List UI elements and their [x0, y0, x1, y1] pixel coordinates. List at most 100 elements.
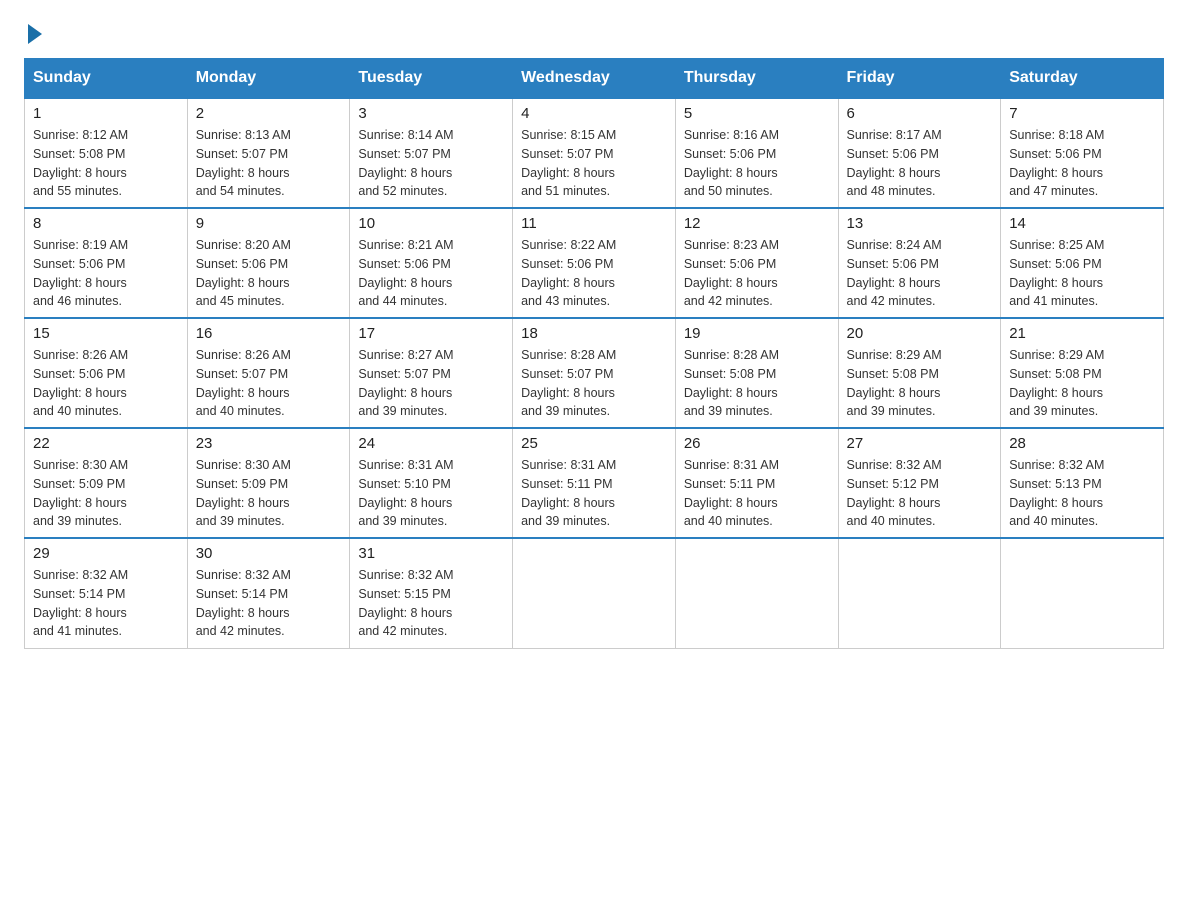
- day-number: 2: [196, 105, 342, 122]
- day-number: 15: [33, 325, 179, 342]
- calendar-day-24: 24 Sunrise: 8:31 AM Sunset: 5:10 PM Dayl…: [350, 428, 513, 538]
- calendar-day-31: 31 Sunrise: 8:32 AM Sunset: 5:15 PM Dayl…: [350, 538, 513, 648]
- calendar-week-row: 8 Sunrise: 8:19 AM Sunset: 5:06 PM Dayli…: [25, 208, 1164, 318]
- calendar-week-row: 15 Sunrise: 8:26 AM Sunset: 5:06 PM Dayl…: [25, 318, 1164, 428]
- day-info: Sunrise: 8:32 AM Sunset: 5:12 PM Dayligh…: [847, 456, 993, 531]
- day-info: Sunrise: 8:28 AM Sunset: 5:07 PM Dayligh…: [521, 346, 667, 421]
- day-number: 1: [33, 105, 179, 122]
- day-info: Sunrise: 8:23 AM Sunset: 5:06 PM Dayligh…: [684, 236, 830, 311]
- day-info: Sunrise: 8:24 AM Sunset: 5:06 PM Dayligh…: [847, 236, 993, 311]
- day-info: Sunrise: 8:25 AM Sunset: 5:06 PM Dayligh…: [1009, 236, 1155, 311]
- day-number: 11: [521, 215, 667, 232]
- day-number: 26: [684, 435, 830, 452]
- calendar-week-row: 1 Sunrise: 8:12 AM Sunset: 5:08 PM Dayli…: [25, 98, 1164, 208]
- day-number: 18: [521, 325, 667, 342]
- calendar-day-23: 23 Sunrise: 8:30 AM Sunset: 5:09 PM Dayl…: [187, 428, 350, 538]
- day-info: Sunrise: 8:17 AM Sunset: 5:06 PM Dayligh…: [847, 126, 993, 201]
- calendar-day-empty: [838, 538, 1001, 648]
- day-info: Sunrise: 8:30 AM Sunset: 5:09 PM Dayligh…: [196, 456, 342, 531]
- day-info: Sunrise: 8:19 AM Sunset: 5:06 PM Dayligh…: [33, 236, 179, 311]
- calendar-day-9: 9 Sunrise: 8:20 AM Sunset: 5:06 PM Dayli…: [187, 208, 350, 318]
- calendar-day-empty: [513, 538, 676, 648]
- calendar-day-1: 1 Sunrise: 8:12 AM Sunset: 5:08 PM Dayli…: [25, 98, 188, 208]
- day-info: Sunrise: 8:32 AM Sunset: 5:13 PM Dayligh…: [1009, 456, 1155, 531]
- column-header-saturday: Saturday: [1001, 59, 1164, 99]
- day-number: 19: [684, 325, 830, 342]
- logo-top: [24, 24, 42, 44]
- day-number: 30: [196, 545, 342, 562]
- day-info: Sunrise: 8:29 AM Sunset: 5:08 PM Dayligh…: [1009, 346, 1155, 421]
- day-number: 3: [358, 105, 504, 122]
- day-info: Sunrise: 8:28 AM Sunset: 5:08 PM Dayligh…: [684, 346, 830, 421]
- day-info: Sunrise: 8:31 AM Sunset: 5:11 PM Dayligh…: [684, 456, 830, 531]
- calendar-day-29: 29 Sunrise: 8:32 AM Sunset: 5:14 PM Dayl…: [25, 538, 188, 648]
- calendar-day-6: 6 Sunrise: 8:17 AM Sunset: 5:06 PM Dayli…: [838, 98, 1001, 208]
- calendar-day-12: 12 Sunrise: 8:23 AM Sunset: 5:06 PM Dayl…: [675, 208, 838, 318]
- calendar-day-19: 19 Sunrise: 8:28 AM Sunset: 5:08 PM Dayl…: [675, 318, 838, 428]
- day-number: 9: [196, 215, 342, 232]
- calendar-day-13: 13 Sunrise: 8:24 AM Sunset: 5:06 PM Dayl…: [838, 208, 1001, 318]
- day-number: 10: [358, 215, 504, 232]
- calendar-day-22: 22 Sunrise: 8:30 AM Sunset: 5:09 PM Dayl…: [25, 428, 188, 538]
- day-number: 7: [1009, 105, 1155, 122]
- logo-arrow-icon: [28, 24, 42, 44]
- day-number: 6: [847, 105, 993, 122]
- day-number: 14: [1009, 215, 1155, 232]
- calendar-day-11: 11 Sunrise: 8:22 AM Sunset: 5:06 PM Dayl…: [513, 208, 676, 318]
- calendar-day-7: 7 Sunrise: 8:18 AM Sunset: 5:06 PM Dayli…: [1001, 98, 1164, 208]
- calendar-day-15: 15 Sunrise: 8:26 AM Sunset: 5:06 PM Dayl…: [25, 318, 188, 428]
- day-number: 23: [196, 435, 342, 452]
- day-number: 28: [1009, 435, 1155, 452]
- day-info: Sunrise: 8:20 AM Sunset: 5:06 PM Dayligh…: [196, 236, 342, 311]
- day-number: 22: [33, 435, 179, 452]
- column-header-wednesday: Wednesday: [513, 59, 676, 99]
- calendar-day-5: 5 Sunrise: 8:16 AM Sunset: 5:06 PM Dayli…: [675, 98, 838, 208]
- day-info: Sunrise: 8:26 AM Sunset: 5:06 PM Dayligh…: [33, 346, 179, 421]
- calendar-day-18: 18 Sunrise: 8:28 AM Sunset: 5:07 PM Dayl…: [513, 318, 676, 428]
- calendar-day-2: 2 Sunrise: 8:13 AM Sunset: 5:07 PM Dayli…: [187, 98, 350, 208]
- calendar-day-10: 10 Sunrise: 8:21 AM Sunset: 5:06 PM Dayl…: [350, 208, 513, 318]
- calendar-day-17: 17 Sunrise: 8:27 AM Sunset: 5:07 PM Dayl…: [350, 318, 513, 428]
- day-info: Sunrise: 8:32 AM Sunset: 5:14 PM Dayligh…: [33, 566, 179, 641]
- day-info: Sunrise: 8:13 AM Sunset: 5:07 PM Dayligh…: [196, 126, 342, 201]
- day-number: 21: [1009, 325, 1155, 342]
- day-number: 25: [521, 435, 667, 452]
- day-number: 12: [684, 215, 830, 232]
- day-number: 17: [358, 325, 504, 342]
- page-header: [24, 24, 1164, 38]
- day-number: 29: [33, 545, 179, 562]
- column-header-monday: Monday: [187, 59, 350, 99]
- calendar-table: SundayMondayTuesdayWednesdayThursdayFrid…: [24, 58, 1164, 649]
- logo: [24, 24, 42, 38]
- calendar-day-28: 28 Sunrise: 8:32 AM Sunset: 5:13 PM Dayl…: [1001, 428, 1164, 538]
- day-info: Sunrise: 8:12 AM Sunset: 5:08 PM Dayligh…: [33, 126, 179, 201]
- column-header-thursday: Thursday: [675, 59, 838, 99]
- calendar-day-21: 21 Sunrise: 8:29 AM Sunset: 5:08 PM Dayl…: [1001, 318, 1164, 428]
- day-info: Sunrise: 8:29 AM Sunset: 5:08 PM Dayligh…: [847, 346, 993, 421]
- calendar-day-3: 3 Sunrise: 8:14 AM Sunset: 5:07 PM Dayli…: [350, 98, 513, 208]
- column-header-sunday: Sunday: [25, 59, 188, 99]
- day-info: Sunrise: 8:27 AM Sunset: 5:07 PM Dayligh…: [358, 346, 504, 421]
- calendar-week-row: 22 Sunrise: 8:30 AM Sunset: 5:09 PM Dayl…: [25, 428, 1164, 538]
- day-info: Sunrise: 8:31 AM Sunset: 5:11 PM Dayligh…: [521, 456, 667, 531]
- day-info: Sunrise: 8:32 AM Sunset: 5:14 PM Dayligh…: [196, 566, 342, 641]
- calendar-header-row: SundayMondayTuesdayWednesdayThursdayFrid…: [25, 59, 1164, 99]
- day-info: Sunrise: 8:31 AM Sunset: 5:10 PM Dayligh…: [358, 456, 504, 531]
- calendar-day-20: 20 Sunrise: 8:29 AM Sunset: 5:08 PM Dayl…: [838, 318, 1001, 428]
- calendar-day-16: 16 Sunrise: 8:26 AM Sunset: 5:07 PM Dayl…: [187, 318, 350, 428]
- day-number: 13: [847, 215, 993, 232]
- day-number: 5: [684, 105, 830, 122]
- column-header-friday: Friday: [838, 59, 1001, 99]
- calendar-day-14: 14 Sunrise: 8:25 AM Sunset: 5:06 PM Dayl…: [1001, 208, 1164, 318]
- day-number: 16: [196, 325, 342, 342]
- day-number: 31: [358, 545, 504, 562]
- calendar-day-27: 27 Sunrise: 8:32 AM Sunset: 5:12 PM Dayl…: [838, 428, 1001, 538]
- day-info: Sunrise: 8:22 AM Sunset: 5:06 PM Dayligh…: [521, 236, 667, 311]
- day-info: Sunrise: 8:26 AM Sunset: 5:07 PM Dayligh…: [196, 346, 342, 421]
- day-info: Sunrise: 8:30 AM Sunset: 5:09 PM Dayligh…: [33, 456, 179, 531]
- calendar-day-26: 26 Sunrise: 8:31 AM Sunset: 5:11 PM Dayl…: [675, 428, 838, 538]
- calendar-day-empty: [675, 538, 838, 648]
- day-info: Sunrise: 8:32 AM Sunset: 5:15 PM Dayligh…: [358, 566, 504, 641]
- calendar-day-empty: [1001, 538, 1164, 648]
- column-header-tuesday: Tuesday: [350, 59, 513, 99]
